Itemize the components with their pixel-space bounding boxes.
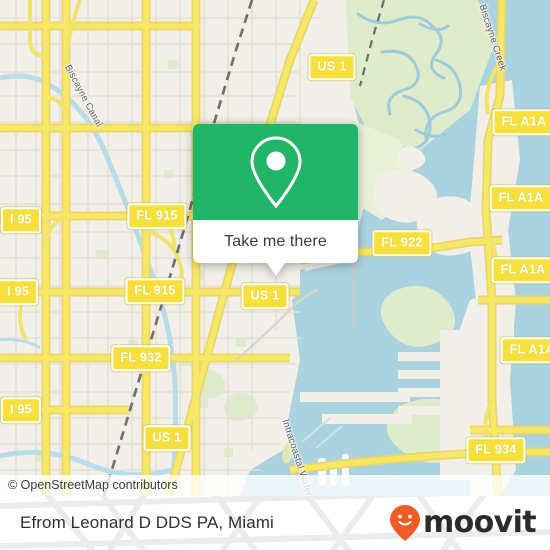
popup-tail-pointer <box>266 263 285 276</box>
highway-shield: FL 915 <box>125 278 185 304</box>
highway-shield: I 95 <box>0 397 42 423</box>
map-pin-icon <box>249 136 302 209</box>
footer-bar: Efrom Leonard D DDS PA, Miami moovit <box>0 496 550 550</box>
highway-shield: I 95 <box>0 279 39 305</box>
highway-shield: FL 934 <box>466 437 526 463</box>
destination-popup[interactable]: Take me there <box>193 124 358 276</box>
popup-action-area[interactable]: Take me there <box>193 220 358 276</box>
take-me-there-label: Take me there <box>224 232 327 250</box>
moovit-wordmark: moovit <box>422 505 537 540</box>
highway-shield: US 1 <box>308 54 356 80</box>
highway-shield: FL 915 <box>127 203 187 229</box>
highway-shield: FL A1A <box>492 109 550 135</box>
osm-attribution[interactable]: © OpenStreetMap contributors <box>0 475 550 496</box>
highway-shield: FL A1A <box>491 257 550 283</box>
highway-shield: FL A1A <box>489 185 550 211</box>
highway-shield: I 95 <box>0 207 42 233</box>
highway-shield: FL 932 <box>111 345 171 371</box>
highway-shield: FL A1A <box>500 337 550 363</box>
popup-image-area <box>193 124 358 220</box>
moovit-logo[interactable]: moovit <box>389 504 537 542</box>
highway-shield: US 1 <box>241 283 289 309</box>
moovit-pin-smiley-icon <box>389 505 420 541</box>
moovit-map-screenshot: US 1 FL A1A I 95 FL 915 FL A1A FL 922 FL A1A I … <box>0 0 550 550</box>
place-title: Efrom Leonard D DDS PA, Miami <box>20 513 274 532</box>
highway-shield: US 1 <box>143 425 191 451</box>
highway-shield: FL 922 <box>372 230 432 256</box>
